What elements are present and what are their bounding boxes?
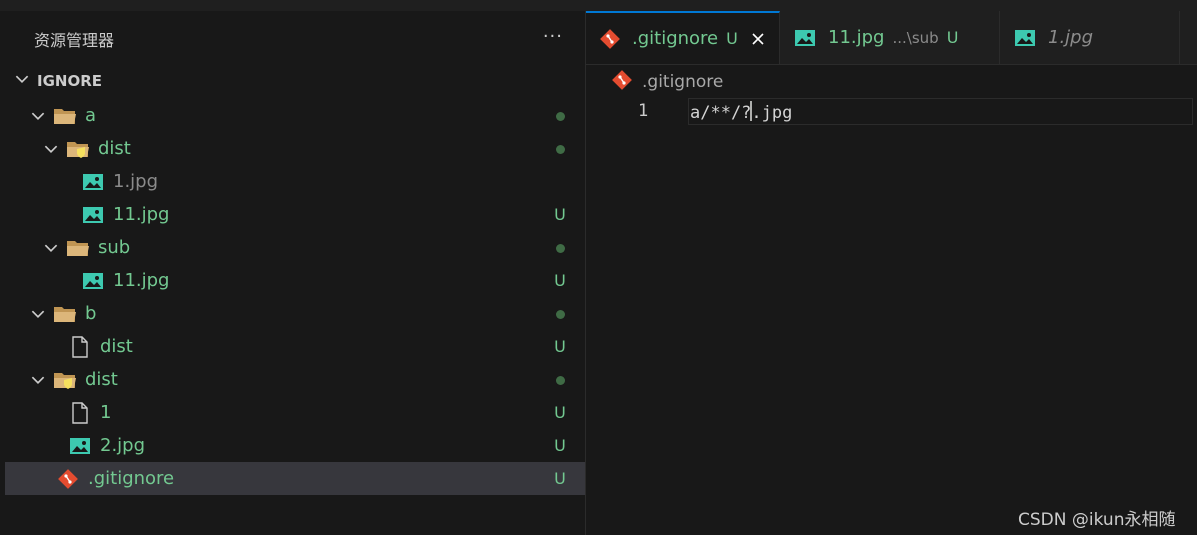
tree-row-folder-dist[interactable]: dist [5, 132, 585, 165]
explorer-header: 资源管理器 ··· [5, 11, 585, 67]
special-folder-open-icon [66, 138, 90, 160]
tree-item-name: dist [85, 369, 118, 390]
tree-row-folder-root-dist[interactable]: dist [5, 363, 585, 396]
tree-row-file-11jpg[interactable]: 11.jpg U [5, 198, 585, 231]
git-modified-dot [550, 304, 570, 323]
breadcrumb[interactable]: .gitignore [612, 69, 723, 95]
git-status-untracked: U [554, 403, 566, 422]
folder-open-icon [53, 303, 77, 325]
tree-row-folder-a[interactable]: a [5, 99, 585, 132]
tab-1jpg-preview[interactable]: 1.jpg [1000, 11, 1180, 64]
image-icon [81, 270, 105, 292]
git-status-untracked: U [554, 271, 566, 290]
tree-row-file-1jpg[interactable]: 1.jpg [5, 165, 585, 198]
tree-item-name: 1 [100, 402, 112, 423]
tree-item-name: 11.jpg [113, 204, 170, 225]
git-modified-dot [550, 106, 570, 125]
file-tree: a dist 1.jpg 11.jpg U sub 11.jpg U b dis… [5, 99, 585, 495]
tab-gitignore[interactable]: .gitignore U [586, 11, 780, 64]
chevron-down-icon[interactable] [29, 305, 47, 323]
file-icon [68, 335, 92, 358]
tree-item-name: b [85, 303, 97, 324]
tree-row-file-dist[interactable]: dist U [5, 330, 585, 363]
git-icon [56, 468, 80, 490]
tree-row-file-1[interactable]: 1 U [5, 396, 585, 429]
tree-row-file-sub-11jpg[interactable]: 11.jpg U [5, 264, 585, 297]
image-icon [1014, 29, 1036, 47]
tree-row-file-gitignore[interactable]: .gitignore U [5, 462, 585, 495]
tab-git-status: U [946, 28, 959, 47]
git-modified-dot [550, 139, 570, 158]
explorer-title: 资源管理器 [34, 31, 115, 50]
image-icon [81, 171, 105, 193]
tab-description: ...\sub [892, 28, 939, 47]
code-before-caret: a/**/? [690, 103, 752, 123]
tree-item-name: a [85, 105, 97, 126]
image-icon [794, 29, 816, 47]
tree-row-folder-sub[interactable]: sub [5, 231, 585, 264]
line-number: 1 [638, 101, 649, 121]
git-modified-dot [550, 370, 570, 389]
tree-item-name: .gitignore [88, 468, 175, 489]
git-status-untracked: U [554, 337, 566, 356]
special-folder-open-icon [53, 369, 77, 391]
image-icon [68, 435, 92, 457]
git-icon [600, 28, 620, 49]
editor-line[interactable]: 1 a/**/?.jpg [586, 98, 1197, 126]
git-status-untracked: U [554, 205, 566, 224]
git-modified-dot [550, 238, 570, 257]
tree-item-name: dist [98, 138, 131, 159]
more-actions-icon[interactable]: ··· [543, 26, 563, 47]
tab-git-status: U [726, 29, 738, 48]
tab-label: 11.jpg [828, 27, 885, 48]
image-icon [81, 204, 105, 226]
workspace-folder-header[interactable]: IGNORE [5, 67, 585, 95]
folder-open-icon [66, 237, 90, 259]
git-icon [612, 69, 632, 95]
breadcrumb-file-name[interactable]: .gitignore [642, 72, 723, 92]
git-status-untracked: U [554, 469, 566, 488]
tree-row-file-2jpg[interactable]: 2.jpg U [5, 429, 585, 462]
watermark: CSDN @ikun永相随 [1018, 510, 1176, 530]
chevron-down-icon[interactable] [29, 371, 47, 389]
tree-item-name: sub [98, 237, 131, 258]
close-icon[interactable] [750, 31, 766, 47]
tab-label: .gitignore [632, 28, 719, 49]
file-icon [68, 401, 92, 424]
chevron-down-icon[interactable] [13, 70, 31, 92]
code-text[interactable]: a/**/?.jpg [690, 101, 792, 123]
chevron-down-icon[interactable] [42, 239, 60, 257]
tree-item-name: 11.jpg [113, 270, 170, 291]
folder-open-icon [53, 105, 77, 127]
tab-sub-11jpg[interactable]: 11.jpg ...\sub U [780, 11, 1000, 64]
window-top-strip [0, 0, 1197, 11]
editor-tab-bar: .gitignore U 11.jpg ...\sub U 1.jpg [586, 11, 1197, 65]
tree-row-folder-b[interactable]: b [5, 297, 585, 330]
explorer-sidebar: 资源管理器 ··· IGNORE a dist 1.jpg 11.jpg U s… [5, 11, 586, 535]
git-status-untracked: U [554, 436, 566, 455]
chevron-down-icon[interactable] [29, 107, 47, 125]
tree-item-name: 1.jpg [113, 171, 159, 192]
tree-item-name: 2.jpg [100, 435, 146, 456]
tree-item-name: dist [100, 336, 133, 357]
code-after-caret: .jpg [751, 103, 793, 123]
tab-label: 1.jpg [1048, 27, 1094, 48]
workspace-folder-name: IGNORE [37, 72, 102, 90]
chevron-down-icon[interactable] [42, 140, 60, 158]
